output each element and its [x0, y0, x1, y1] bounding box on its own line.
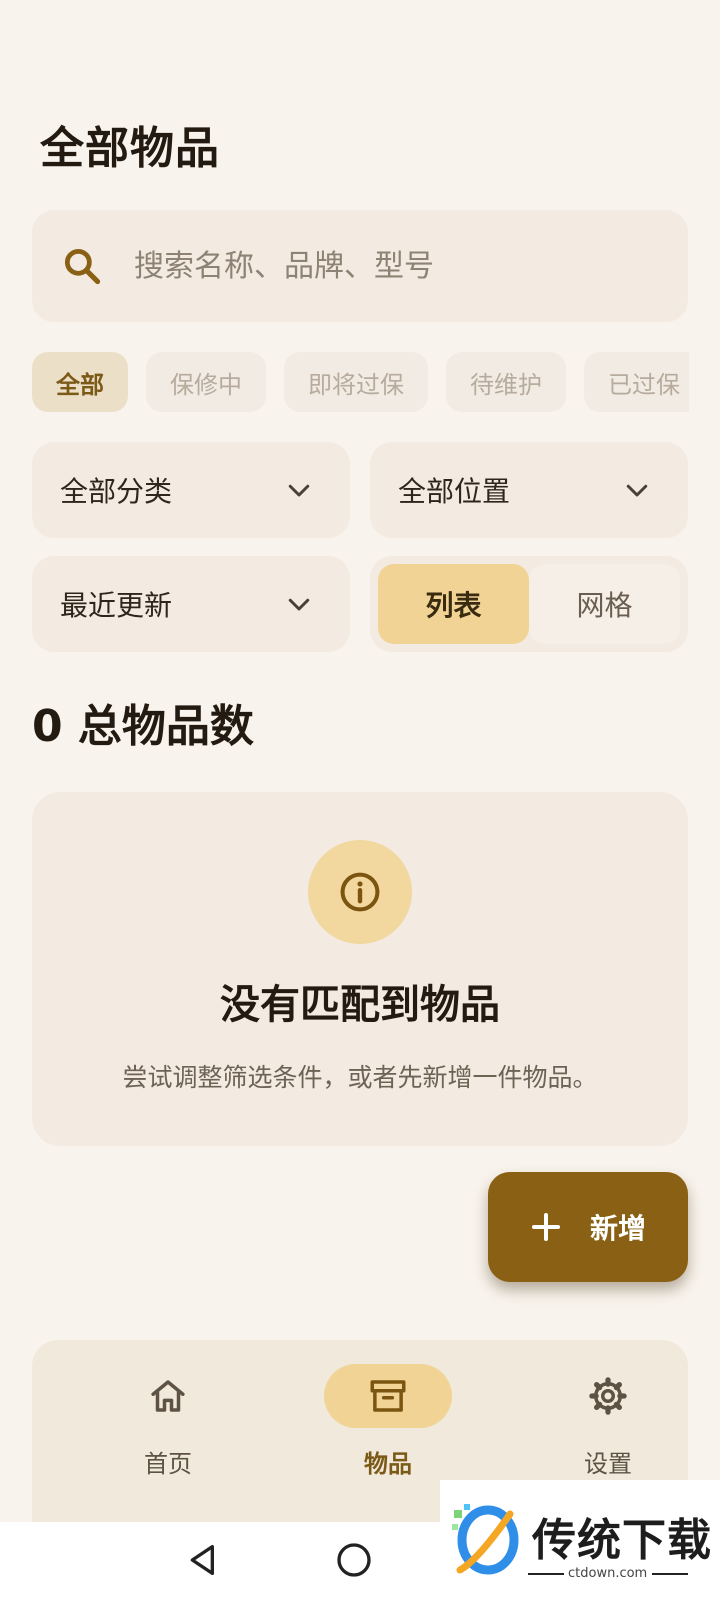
chip-expiring-soon[interactable]: 即将过保: [284, 352, 428, 412]
add-item-button[interactable]: 新增: [488, 1172, 688, 1282]
nav-item-items[interactable]: 物品: [288, 1364, 488, 1484]
nav-item-settings[interactable]: 设置: [508, 1364, 708, 1484]
location-dropdown[interactable]: 全部位置: [370, 442, 688, 538]
watermark-site: ctdown.com: [568, 1566, 648, 1581]
nav-label-home: 首页: [144, 1450, 192, 1478]
watermark-divider-left: [528, 1573, 564, 1575]
sort-dropdown-label: 最近更新: [60, 589, 173, 622]
search-icon: [64, 248, 101, 285]
category-dropdown[interactable]: 全部分类: [32, 442, 350, 538]
sort-dropdown[interactable]: 最近更新: [32, 556, 350, 652]
empty-state-description: 尝试调整筛选条件，或者先新增一件物品。: [122, 1063, 598, 1092]
view-mode-toggle: 列表 网格: [370, 556, 688, 652]
nav-label-settings: 设置: [584, 1450, 632, 1478]
item-count: 0 总物品数: [32, 701, 254, 752]
list-view-button[interactable]: 列表: [378, 564, 529, 644]
watermark-brand: 传统下载: [532, 1515, 712, 1566]
watermark: 传统下载 ctdown.com: [440, 1480, 720, 1600]
watermark-logo-icon: [452, 1504, 519, 1575]
empty-state-title: 没有匹配到物品: [220, 982, 500, 1028]
archive-box-icon: [370, 1380, 406, 1412]
location-dropdown-label: 全部位置: [398, 475, 511, 508]
home-icon: [151, 1380, 185, 1412]
nav-item-home[interactable]: 首页: [68, 1364, 268, 1484]
nav-icon-container: [324, 1364, 452, 1428]
plus-icon: [531, 1213, 560, 1241]
add-item-label: 新增: [589, 1212, 646, 1245]
nav-icon-container: [544, 1364, 672, 1428]
empty-state-card: 没有匹配到物品 尝试调整筛选条件，或者先新增一件物品。: [32, 792, 688, 1146]
chip-needs-maintenance[interactable]: 待维护: [446, 352, 566, 412]
page-title: 全部物品: [40, 123, 220, 174]
gear-icon: [589, 1377, 627, 1415]
nav-label-items: 物品: [364, 1450, 412, 1478]
chip-in-warranty[interactable]: 保修中: [146, 352, 266, 412]
back-icon[interactable]: [184, 1540, 224, 1580]
info-icon-badge: [308, 840, 412, 944]
grid-view-button[interactable]: 网格: [529, 564, 680, 644]
chevron-down-icon: [626, 484, 648, 497]
search-bar[interactable]: [32, 210, 688, 322]
status-filter-chips: 全部 保修中 即将过保 待维护 已过保: [32, 352, 689, 412]
home-circle-icon[interactable]: [334, 1540, 374, 1580]
nav-icon-container: [104, 1364, 232, 1428]
chevron-down-icon: [288, 484, 310, 497]
info-icon: [340, 872, 380, 912]
chevron-down-icon: [288, 598, 310, 611]
chip-all[interactable]: 全部: [32, 352, 128, 412]
category-dropdown-label: 全部分类: [60, 475, 173, 508]
search-input[interactable]: [134, 248, 634, 284]
watermark-divider-right: [652, 1573, 688, 1575]
chip-expired[interactable]: 已过保: [584, 352, 689, 412]
